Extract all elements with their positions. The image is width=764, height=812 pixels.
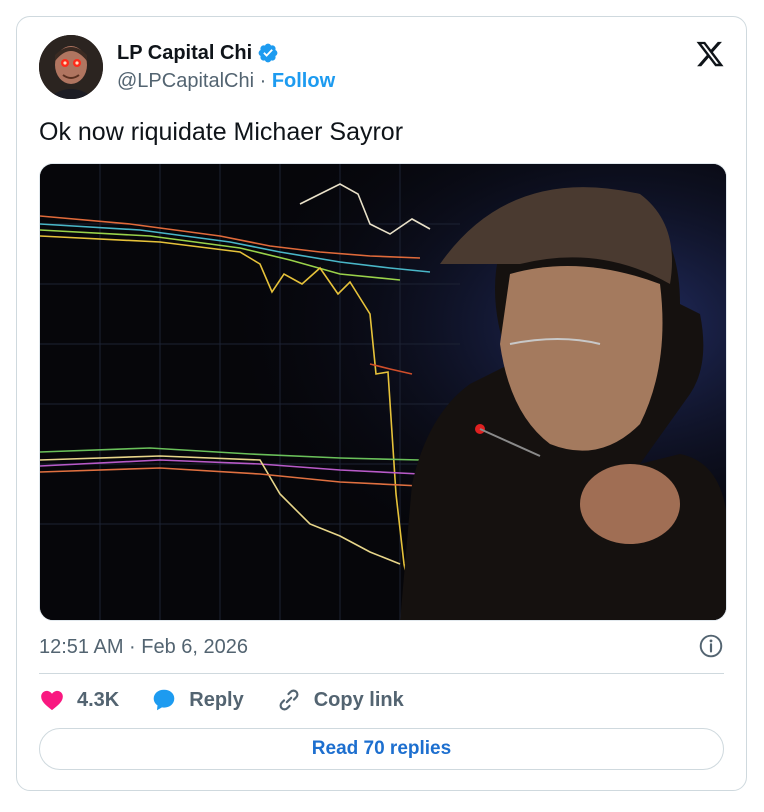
divider bbox=[39, 673, 724, 674]
like-count: 4.3K bbox=[77, 688, 120, 711]
author-name[interactable]: LP Capital Chi bbox=[117, 41, 252, 65]
tweet-embed-card: LP Capital Chi @LPCapitalChi · Follow Ok… bbox=[16, 16, 747, 791]
read-replies-label: Read 70 replies bbox=[311, 738, 452, 759]
author-handle[interactable]: @LPCapitalChi bbox=[117, 70, 254, 92]
author-name-row[interactable]: LP Capital Chi bbox=[117, 41, 279, 65]
verified-badge-icon bbox=[257, 42, 279, 64]
reply-bubble-icon bbox=[153, 689, 175, 711]
copy-link-button[interactable]: Copy link bbox=[276, 687, 404, 713]
link-icon bbox=[279, 689, 299, 711]
read-replies-button[interactable]: Read 70 replies bbox=[39, 728, 724, 770]
action-bar: 4.3K Reply Copy link bbox=[39, 685, 436, 715]
copy-link-label: Copy link bbox=[313, 688, 404, 711]
reply-button[interactable]: Reply bbox=[151, 687, 244, 713]
avatar[interactable] bbox=[39, 35, 103, 99]
tweet-timestamp[interactable]: 12:51 AM · Feb 6, 2026 bbox=[39, 635, 248, 659]
x-logo-icon[interactable] bbox=[694, 39, 726, 69]
handle-separator: · bbox=[259, 70, 272, 92]
follow-button[interactable]: Follow bbox=[272, 70, 335, 92]
tweet-media-image[interactable] bbox=[39, 163, 727, 621]
reply-label: Reply bbox=[189, 688, 244, 711]
author-handle-row: @LPCapitalChi · Follow bbox=[117, 69, 335, 93]
tweet-text: Ok now riquidate Michaer Sayror bbox=[39, 118, 404, 146]
like-button[interactable]: 4.3K bbox=[39, 687, 119, 713]
heart-icon bbox=[41, 690, 63, 711]
info-icon[interactable] bbox=[698, 633, 724, 659]
